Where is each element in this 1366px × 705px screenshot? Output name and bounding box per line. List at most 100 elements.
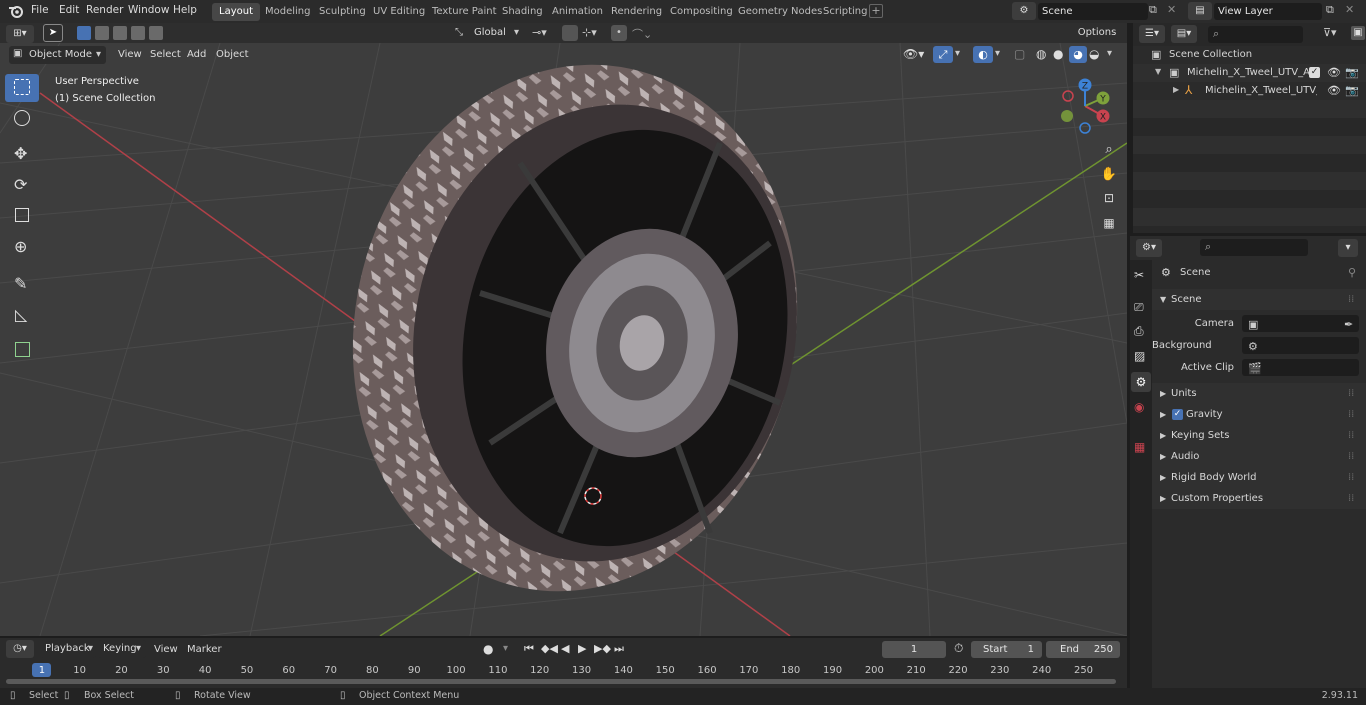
measure-tool-icon[interactable]: ◺ (5, 301, 39, 329)
tire-model[interactable] (305, 43, 846, 633)
keying-sets-panel-header[interactable]: ▶ Keying Sets ⁞⁞ (1152, 425, 1366, 446)
current-frame-field[interactable]: 1 (882, 641, 946, 658)
visibility-filter-icon[interactable]: 👁▾ (903, 47, 924, 61)
snap-toggle-icon[interactable] (562, 25, 578, 41)
properties-options-icon[interactable]: ▾ (1338, 239, 1358, 257)
expand-chevron-icon[interactable]: ▶ (1173, 85, 1179, 94)
object-mode-dropdown[interactable]: Object Mode (9, 46, 106, 64)
scene-selector-icon[interactable]: ⚙ (1012, 2, 1036, 20)
scene-name-field[interactable]: Scene (1038, 3, 1148, 20)
scene-properties-icon[interactable]: ⚙ (1131, 372, 1151, 392)
jump-to-start-icon[interactable]: ⏮ (524, 642, 534, 656)
record-icon[interactable]: ● (483, 642, 493, 656)
pin-icon[interactable]: ⚲ (1348, 266, 1356, 279)
pivot-point-icon[interactable]: ⊸▾ (532, 26, 547, 39)
tab-sculpting[interactable]: Sculpting (312, 3, 373, 21)
snap-target-icon[interactable]: ⊹▾ (582, 26, 597, 39)
menu-edit[interactable]: Edit (59, 4, 79, 16)
stopwatch-icon[interactable]: ⏱ (954, 641, 963, 656)
next-keyframe-icon[interactable]: ▶◆ (594, 642, 611, 655)
render-properties-icon[interactable]: ⎚ (1134, 300, 1144, 315)
tab-texture-paint[interactable]: Texture Paint (425, 3, 504, 21)
scene-panel-header[interactable]: ▼ Scene ⁞⁞ (1152, 289, 1366, 310)
material-preview-shading-icon[interactable]: ◕ (1069, 46, 1087, 63)
tool-properties-icon[interactable]: ✂ (1134, 268, 1144, 282)
eyedropper-icon[interactable]: ✒ (1344, 314, 1353, 335)
tab-compositing[interactable]: Compositing (663, 3, 740, 21)
properties-editor-type-icon[interactable]: ⚙▾ (1136, 239, 1162, 257)
camera-field[interactable] (1242, 315, 1359, 332)
xray-toggle-icon[interactable]: ▢ (1014, 47, 1025, 61)
add-cube-tool-icon[interactable] (5, 336, 39, 364)
zoom-icon[interactable]: ⌕ (1099, 142, 1119, 162)
solid-shading-icon[interactable]: ● (1053, 47, 1063, 61)
units-panel-header[interactable]: ▶ Units ⁞⁞ (1152, 383, 1366, 404)
previous-keyframe-icon[interactable]: ◆◀ (541, 642, 558, 655)
expand-chevron-icon[interactable]: ▼ (1155, 67, 1161, 76)
gravity-checkbox[interactable]: ✓ (1172, 409, 1183, 420)
close-scene-icon[interactable]: ✕ (1167, 3, 1176, 16)
cursor-tool-icon[interactable] (5, 105, 39, 133)
camera-render-icon[interactable]: 📷 (1345, 84, 1359, 97)
drag-handle-icon[interactable]: ⁞⁞ (1348, 404, 1354, 425)
view-layer-properties-icon[interactable]: ▨ (1134, 349, 1145, 363)
annotate-tool-icon[interactable]: ✎ (5, 270, 39, 298)
camera-render-icon[interactable]: 📷 (1345, 66, 1359, 79)
menu-render[interactable]: Render (86, 4, 123, 16)
camera-view-icon[interactable]: ⊡ (1099, 191, 1119, 211)
proportional-edit-icon[interactable]: • (611, 25, 627, 41)
jump-to-end-icon[interactable]: ⏭ (614, 642, 624, 656)
move-tool-icon[interactable]: ✥ (5, 140, 39, 168)
drag-handle-icon[interactable]: ⁞⁞ (1348, 488, 1354, 509)
tab-geometry-nodes[interactable]: Geometry Nodes (731, 3, 829, 21)
select-mode-new-icon[interactable] (77, 26, 91, 40)
tab-animation[interactable]: Animation (545, 3, 610, 21)
drag-handle-icon[interactable]: ⁞⁞ (1348, 467, 1354, 488)
audio-panel-header[interactable]: ▶ Audio ⁞⁞ (1152, 446, 1366, 467)
eye-icon[interactable]: 👁 (1327, 66, 1341, 79)
rendered-shading-icon[interactable]: ◒ (1089, 47, 1099, 61)
tab-layout[interactable]: Layout (212, 3, 260, 21)
viewport-menu-object[interactable]: Object (216, 49, 249, 60)
copy-scene-icon[interactable]: ⧉ (1149, 3, 1163, 19)
gravity-panel-header[interactable]: ▶ ✓ Gravity ⁞⁞ (1152, 404, 1366, 425)
outliner-row-collection[interactable]: ▼ ▣ Michelin_X_Tweel_UTV_Airles ✓ 👁 📷 (1133, 64, 1366, 82)
select-box-tool-icon[interactable] (5, 74, 39, 102)
close-view-layer-icon[interactable]: ✕ (1345, 3, 1354, 16)
drag-handle-icon[interactable]: ⁞⁞ (1348, 289, 1354, 310)
rigid-body-world-panel-header[interactable]: ▶ Rigid Body World ⁞⁞ (1152, 467, 1366, 488)
timeline-scrollbar[interactable] (6, 679, 1116, 684)
custom-properties-panel-header[interactable]: ▶ Custom Properties ⁞⁞ (1152, 488, 1366, 509)
rotate-tool-icon[interactable]: ⟳ (5, 171, 39, 199)
play-reverse-icon[interactable]: ◀ (561, 642, 569, 655)
output-properties-icon[interactable]: ⎙ (1134, 324, 1144, 339)
menu-file[interactable]: File (31, 4, 49, 16)
select-mode-intersect-icon[interactable] (149, 26, 163, 40)
outliner-search-input[interactable] (1208, 26, 1303, 43)
end-frame-field[interactable]: End 250 (1046, 641, 1120, 658)
pan-hand-icon[interactable]: ✋ (1099, 167, 1119, 187)
timeline-view-menu[interactable]: View (154, 644, 178, 655)
transform-tool-icon[interactable]: ⊕ (5, 233, 39, 261)
editor-type-icon[interactable]: ⊞▾ (6, 25, 34, 43)
proportional-falloff-icon[interactable]: ⌒⌄ (632, 26, 652, 42)
exclude-checkbox[interactable]: ✓ (1309, 67, 1320, 78)
timeline-marker-menu[interactable]: Marker (187, 644, 222, 655)
timeline-editor-type-icon[interactable]: ◷▾ (6, 640, 34, 658)
select-mode-extend-icon[interactable] (95, 26, 109, 40)
viewport-menu-view[interactable]: View (118, 49, 142, 60)
blender-logo-icon[interactable] (8, 4, 24, 19)
tab-modeling[interactable]: Modeling (258, 3, 318, 21)
tab-rendering[interactable]: Rendering (604, 3, 669, 21)
eye-icon[interactable]: 👁 (1327, 84, 1341, 97)
copy-view-layer-icon[interactable]: ⧉ (1326, 3, 1334, 17)
navigation-gizmo[interactable]: X Y Z (1055, 76, 1115, 136)
view-layer-field[interactable]: View Layer (1214, 3, 1322, 20)
display-mode-icon[interactable]: ▤▾ (1171, 25, 1197, 43)
outliner-row-object[interactable]: ▶ ⅄ Michelin_X_Tweel_UTV_A 👁 📷 (1133, 82, 1366, 100)
gizmo-toggle-icon[interactable]: ⤢ (933, 46, 953, 63)
add-workspace-icon[interactable]: + (869, 4, 883, 18)
drag-handle-icon[interactable]: ⁞⁞ (1348, 425, 1354, 446)
tab-uv-editing[interactable]: UV Editing (366, 3, 432, 21)
tab-shading[interactable]: Shading (495, 3, 550, 21)
